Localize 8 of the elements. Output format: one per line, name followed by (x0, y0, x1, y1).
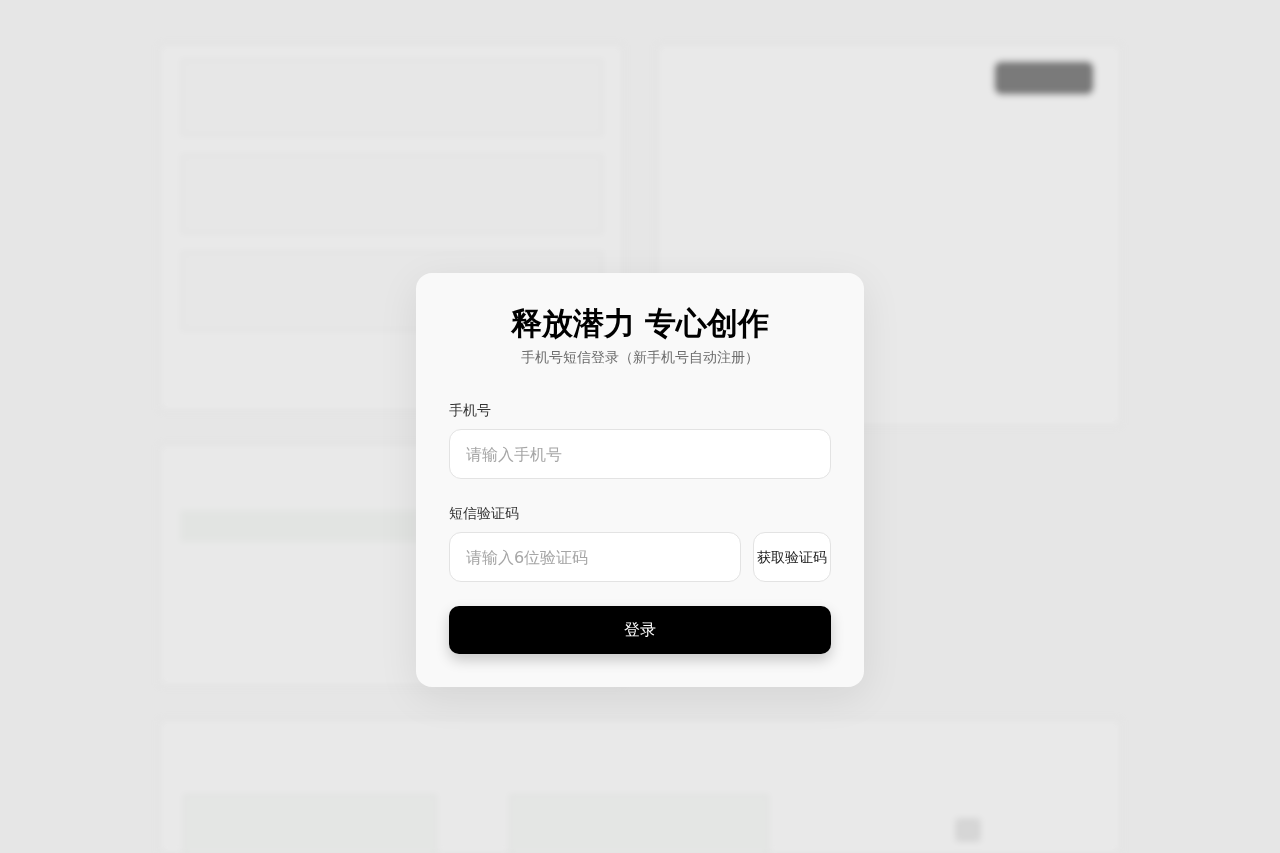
field-label: 短信验证码 (449, 504, 520, 524)
field-label: 手机号 (449, 401, 492, 421)
dialog-subtitle: 手机号短信登录（新手机号自动注册） (520, 348, 760, 368)
login-button[interactable]: 登录 (449, 606, 831, 655)
get-code-button[interactable]: 获取验证码 (753, 532, 831, 583)
phone-input[interactable]: 请输入手机号 (449, 429, 831, 480)
dialog-title: 释放潜力 专心创作 (509, 304, 771, 343)
code-input[interactable]: 请输入6位验证码 (449, 532, 742, 583)
